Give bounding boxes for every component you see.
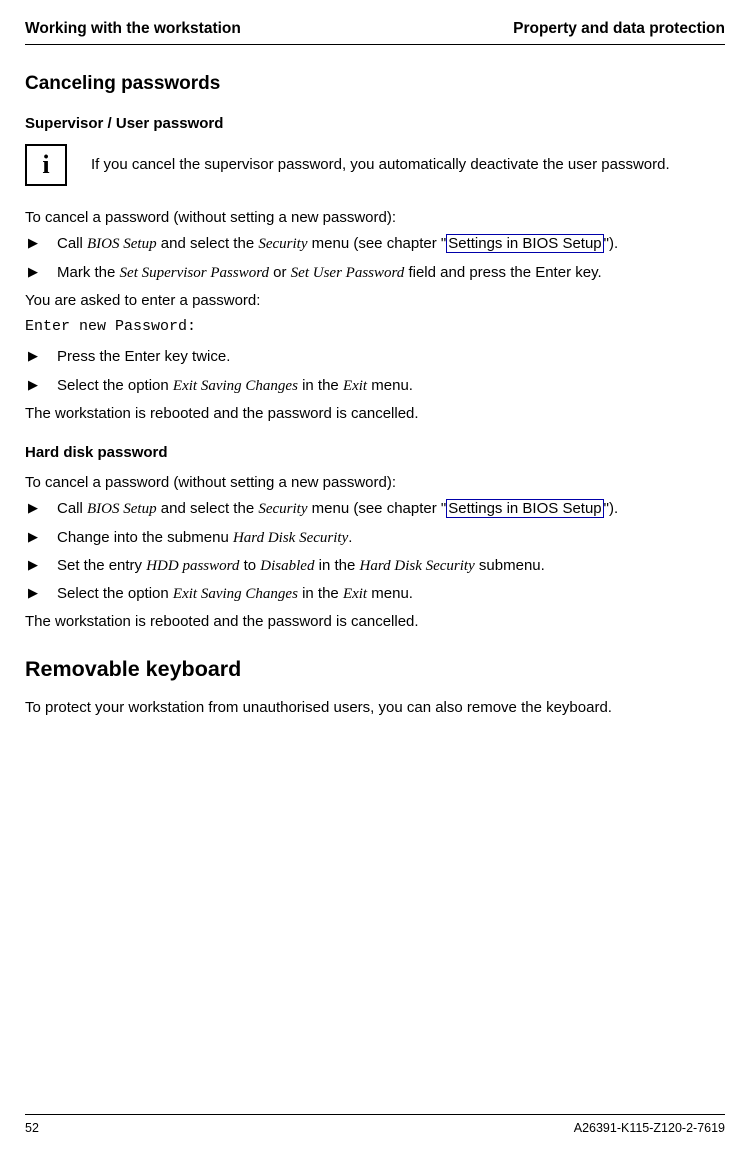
header-right: Property and data protection (513, 20, 725, 38)
step-text: Call BIOS Setup and select the Security … (57, 499, 725, 519)
header-left: Working with the workstation (25, 20, 241, 38)
bullet-marker-icon: ▶ (25, 556, 57, 574)
reboot-para-1: The workstation is rebooted and the pass… (25, 404, 725, 424)
intro-para-1: To cancel a password (without setting a … (25, 208, 725, 228)
bullet-marker-icon: ▶ (25, 347, 57, 365)
intro-para-2: To cancel a password (without setting a … (25, 473, 725, 493)
mono-prompt: Enter new Password: (25, 317, 725, 337)
step-item: ▶ Press the Enter key twice. (25, 347, 725, 367)
step-text: Select the option Exit Saving Changes in… (57, 584, 725, 604)
reboot-para-2: The workstation is rebooted and the pass… (25, 612, 725, 632)
heading-removable-keyboard: Removable keyboard (25, 657, 725, 682)
bullet-marker-icon: ▶ (25, 234, 57, 252)
step-list-1: ▶ Call BIOS Setup and select the Securit… (25, 234, 725, 283)
header-rule (25, 44, 725, 45)
step-item: ▶ Set the entry HDD password to Disabled… (25, 556, 725, 576)
step-item: ▶ Call BIOS Setup and select the Securit… (25, 234, 725, 254)
subheading-hard-disk: Hard disk password (25, 444, 725, 461)
step-item: ▶ Mark the Set Supervisor Password or Se… (25, 263, 725, 283)
keyboard-para: To protect your workstation from unautho… (25, 698, 725, 718)
page-number: 52 (25, 1121, 39, 1135)
step-item: ▶ Change into the submenu Hard Disk Secu… (25, 528, 725, 548)
page-header: Working with the workstation Property an… (25, 20, 725, 38)
footer-rule (25, 1114, 725, 1115)
bullet-marker-icon: ▶ (25, 376, 57, 394)
step-item: ▶ Select the option Exit Saving Changes … (25, 376, 725, 396)
bullet-marker-icon: ▶ (25, 528, 57, 546)
step-item: ▶ Select the option Exit Saving Changes … (25, 584, 725, 604)
info-text: If you cancel the supervisor password, y… (91, 155, 670, 175)
step-text: Select the option Exit Saving Changes in… (57, 376, 725, 396)
step-list-3: ▶ Call BIOS Setup and select the Securit… (25, 499, 725, 604)
asked-para: You are asked to enter a password: (25, 291, 725, 311)
step-text: Change into the submenu Hard Disk Securi… (57, 528, 725, 548)
step-item: ▶ Call BIOS Setup and select the Securit… (25, 499, 725, 519)
heading-canceling-passwords: Canceling passwords (25, 73, 725, 95)
bullet-marker-icon: ▶ (25, 499, 57, 517)
step-text: Mark the Set Supervisor Password or Set … (57, 263, 725, 283)
step-list-2: ▶ Press the Enter key twice. ▶ Select th… (25, 347, 725, 396)
step-text: Set the entry HDD password to Disabled i… (57, 556, 725, 576)
subheading-supervisor-user: Supervisor / User password (25, 115, 725, 132)
step-text: Call BIOS Setup and select the Security … (57, 234, 725, 254)
bullet-marker-icon: ▶ (25, 584, 57, 602)
document-id: A26391-K115-Z120-2-7619 (574, 1121, 725, 1135)
link-settings-bios-1[interactable]: Settings in BIOS Setup (446, 234, 603, 253)
page-footer: 52 A26391-K115-Z120-2-7619 (0, 1114, 750, 1135)
info-icon: i (25, 144, 67, 186)
bullet-marker-icon: ▶ (25, 263, 57, 281)
link-settings-bios-2[interactable]: Settings in BIOS Setup (446, 499, 603, 518)
step-text: Press the Enter key twice. (57, 347, 725, 367)
info-note: i If you cancel the supervisor password,… (25, 144, 725, 186)
